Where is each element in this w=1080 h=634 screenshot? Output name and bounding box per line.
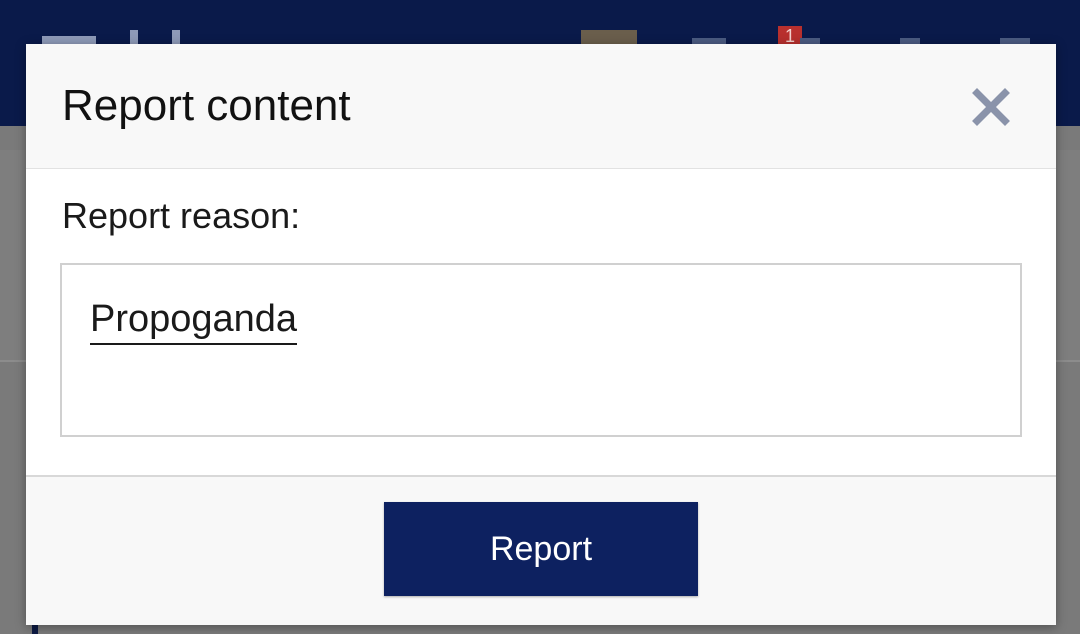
report-reason-label: Report reason: <box>62 195 301 236</box>
report-button[interactable]: Report <box>384 502 698 596</box>
report-content-dialog: Report content Report reason: Propoganda… <box>26 44 1056 625</box>
close-icon <box>972 88 1010 126</box>
dialog-title: Report content <box>62 81 351 130</box>
dialog-body: Report reason: Propoganda <box>26 169 1056 477</box>
report-reason-value[interactable]: Propoganda <box>90 297 298 345</box>
report-reason-input[interactable]: Propoganda <box>60 263 1022 437</box>
app-logo <box>130 30 230 44</box>
notification-badge: 1 <box>778 26 802 46</box>
dialog-header: Report content <box>26 44 1056 169</box>
close-button[interactable] <box>970 86 1012 128</box>
dialog-footer: Report <box>26 477 1056 625</box>
